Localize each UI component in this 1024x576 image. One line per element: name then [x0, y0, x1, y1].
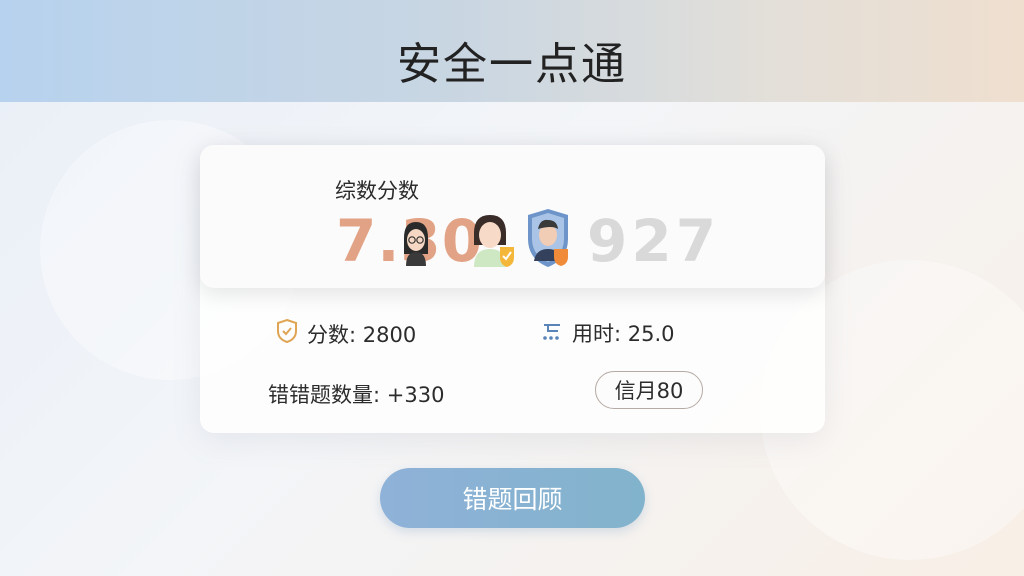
time-stat-label: 用时: 25.0	[572, 322, 675, 346]
score-panel: 综数分数 7.30	[200, 145, 825, 288]
wrong-count-stat: 错错题数量: +330	[268, 379, 444, 409]
time-stat: 用时: 25.0	[540, 318, 675, 348]
woman-shield-avatar-icon	[468, 211, 516, 267]
month-pill-button[interactable]: 信月80	[595, 371, 703, 409]
score-stat: 分数: 2800	[275, 318, 416, 349]
man-shield-avatar-icon	[524, 209, 572, 267]
score-label: 综数分数	[335, 179, 419, 203]
shield-check-icon	[275, 318, 299, 349]
wrong-count-label: 错错题数量: +330	[268, 383, 445, 407]
clock-icon	[540, 319, 564, 348]
rank-number: 927	[587, 207, 721, 275]
review-wrong-answers-button[interactable]: 错题回顾	[380, 468, 645, 528]
score-stat-label: 分数: 2800	[307, 322, 417, 347]
page-title: 安全一点通	[397, 39, 627, 90]
woman-avatar-icon	[400, 220, 432, 266]
result-card: 综数分数 7.30	[200, 145, 825, 433]
